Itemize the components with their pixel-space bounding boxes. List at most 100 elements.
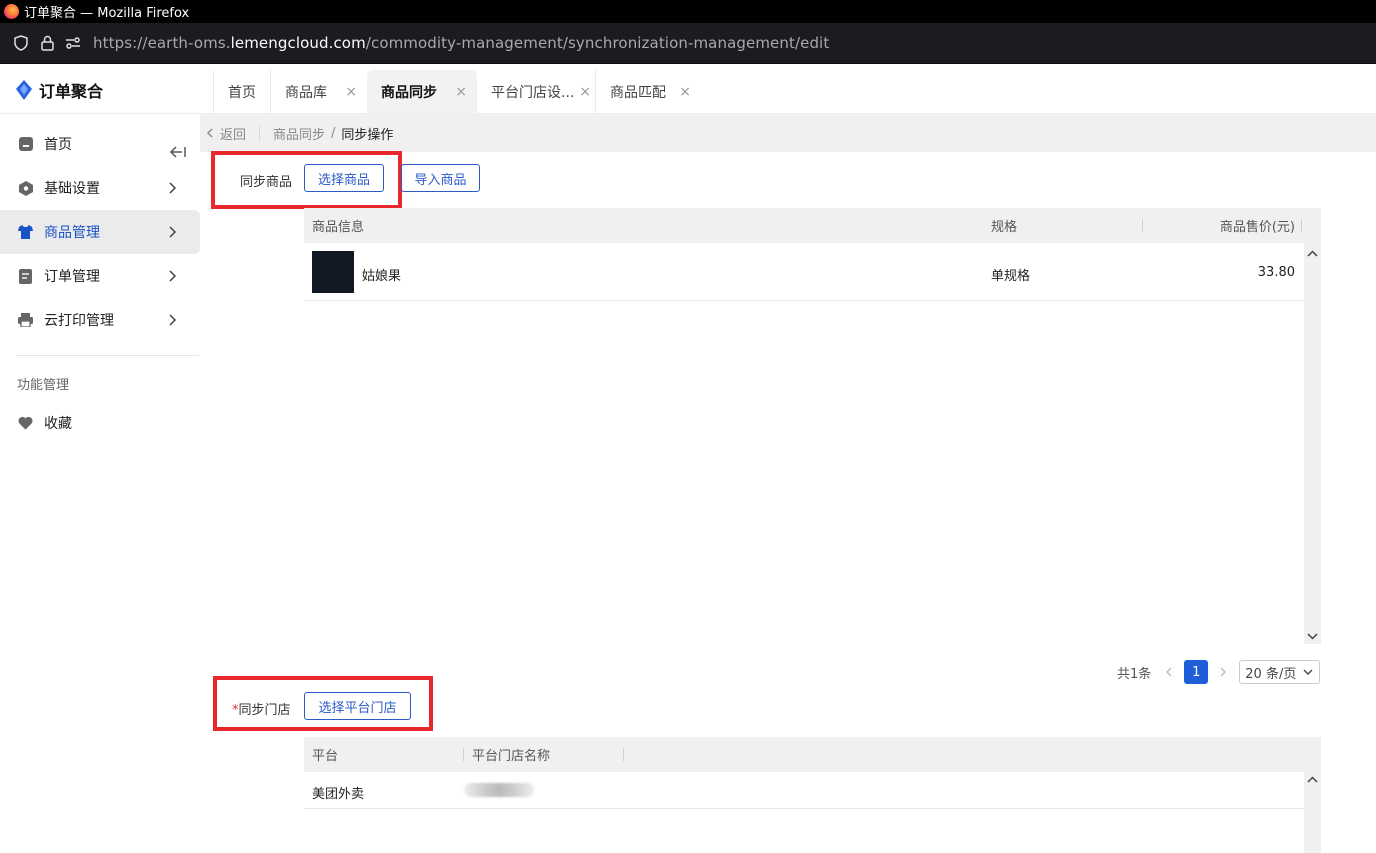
tab-label: 商品库 xyxy=(285,85,327,101)
tab-platform-store-settings[interactable]: 平台门店设... × xyxy=(477,70,595,114)
permissions-icon[interactable] xyxy=(65,35,81,51)
tab-label: 平台门店设... xyxy=(491,85,575,101)
url-prefix: https://earth-oms. xyxy=(93,34,231,52)
sidebar-item-favorites[interactable]: 收藏 xyxy=(0,401,200,445)
page-size-value: 20 条/页 xyxy=(1245,666,1297,682)
page-size-select[interactable]: 20 条/页 xyxy=(1239,660,1321,684)
sidebar-item-label: 首页 xyxy=(44,137,72,153)
products-table-header: 商品信息 规格 商品售价(元) xyxy=(304,208,1321,243)
url-path: /commodity-management/synchronization-ma… xyxy=(365,34,830,52)
column-divider xyxy=(1142,219,1143,232)
pagination: 共1条 1 20 条/页 xyxy=(1117,660,1321,684)
breadcrumb-current: 同步操作 xyxy=(341,127,394,143)
column-divider xyxy=(463,748,464,761)
heart-icon xyxy=(18,416,33,431)
page-number-current[interactable]: 1 xyxy=(1184,660,1209,684)
select-products-button[interactable]: 选择商品 xyxy=(304,164,384,192)
back-button[interactable]: 返回 xyxy=(204,124,246,143)
close-icon[interactable]: × xyxy=(345,84,357,100)
sidebar-item-home[interactable]: 首页 xyxy=(0,122,200,166)
stores-table-header: 平台 平台门店名称 xyxy=(304,737,1321,772)
breadcrumb-parent[interactable]: 商品同步 xyxy=(273,124,325,143)
products-table-scrollbar[interactable] xyxy=(1304,243,1321,644)
column-header-store-name: 平台门店名称 xyxy=(472,749,551,764)
close-icon[interactable]: × xyxy=(455,84,467,100)
shield-icon[interactable] xyxy=(13,35,29,51)
scroll-down-icon[interactable] xyxy=(1304,630,1321,642)
lock-icon[interactable] xyxy=(39,35,55,51)
next-page-icon[interactable] xyxy=(1217,666,1229,678)
app-header: 订单聚合 首页 商品库 × 商品同步 × 平台门店设... × 商品匹配 × xyxy=(0,64,1376,114)
page-tabs: 首页 商品库 × 商品同步 × 平台门店设... × 商品匹配 × xyxy=(213,70,695,114)
chevron-right-icon xyxy=(169,226,177,238)
prev-page-icon[interactable] xyxy=(1163,666,1175,678)
sync-products-label: 同步商品 xyxy=(240,175,293,190)
tab-home[interactable]: 首页 xyxy=(213,70,270,114)
sidebar-item-label: 订单管理 xyxy=(44,269,100,285)
document-icon xyxy=(18,268,33,284)
sidebar-item-label: 云打印管理 xyxy=(44,313,114,329)
column-divider xyxy=(623,748,624,761)
window-title: 订单聚合 — Mozilla Firefox xyxy=(24,6,190,21)
table-row-divider xyxy=(304,808,1304,809)
brand-name: 订单聚合 xyxy=(39,82,104,101)
sidebar-section-title: 功能管理 xyxy=(17,378,70,393)
column-divider xyxy=(1301,219,1302,232)
close-icon[interactable]: × xyxy=(579,84,591,100)
tab-product-sync[interactable]: 商品同步 × xyxy=(367,70,477,114)
url-text[interactable]: https://earth-oms.lemengcloud.com/commod… xyxy=(93,34,829,52)
column-header-price: 商品售价(元) xyxy=(1219,220,1295,235)
scroll-up-icon[interactable] xyxy=(1304,248,1321,260)
sync-stores-label: *同步门店 xyxy=(232,699,291,718)
url-domain: lemengcloud.com xyxy=(230,34,366,52)
chevron-right-icon xyxy=(169,314,177,326)
close-icon[interactable]: × xyxy=(679,84,691,100)
sidebar-divider xyxy=(16,355,199,356)
stores-table-scrollbar[interactable] xyxy=(1304,772,1321,853)
tab-label: 商品匹配 xyxy=(610,85,666,101)
sidebar-item-label: 收藏 xyxy=(44,416,72,432)
import-products-button[interactable]: 导入商品 xyxy=(401,164,480,192)
product-spec: 单规格 xyxy=(991,269,1031,284)
product-name: 姑娘果 xyxy=(362,269,402,284)
shirt-icon xyxy=(18,225,33,240)
scroll-up-icon[interactable] xyxy=(1304,774,1321,786)
url-bar[interactable]: https://earth-oms.lemengcloud.com/commod… xyxy=(0,23,1376,64)
store-platform: 美团外卖 xyxy=(312,787,365,802)
column-header-product-info: 商品信息 xyxy=(312,220,365,235)
tab-label: 商品同步 xyxy=(381,85,437,101)
sidebar-item-order-management[interactable]: 订单管理 xyxy=(0,254,200,298)
product-price: 33.80 xyxy=(1257,265,1295,280)
window-titlebar: 订单聚合 — Mozilla Firefox xyxy=(0,0,1376,23)
sidebar-item-basic-settings[interactable]: 基础设置 xyxy=(0,166,200,210)
tab-label: 首页 xyxy=(228,85,256,101)
chevron-down-icon xyxy=(1303,669,1313,675)
sidebar-item-cloud-print[interactable]: 云打印管理 xyxy=(0,298,200,342)
sidebar-item-label: 商品管理 xyxy=(44,225,100,241)
firefox-icon xyxy=(4,4,19,19)
tab-product-matching[interactable]: 商品匹配 × xyxy=(595,70,695,114)
sidebar-item-label: 基础设置 xyxy=(44,181,100,197)
column-header-platform: 平台 xyxy=(312,749,339,764)
brand[interactable]: 订单聚合 xyxy=(15,78,103,102)
sidebar-item-product-management[interactable]: 商品管理 xyxy=(0,210,200,254)
collapse-sidebar-icon[interactable] xyxy=(169,144,187,160)
product-thumbnail xyxy=(312,251,354,293)
breadcrumb: 返回 商品同步 / 同步操作 xyxy=(200,114,1376,152)
pagination-total: 共1条 xyxy=(1117,666,1152,682)
column-header-spec: 规格 xyxy=(991,220,1018,235)
select-platform-stores-button[interactable]: 选择平台门店 xyxy=(304,692,411,720)
back-label: 返回 xyxy=(220,127,247,143)
chevron-left-icon xyxy=(207,128,213,138)
breadcrumb-divider xyxy=(259,126,261,140)
sync-stores-label-text: 同步门店 xyxy=(238,703,291,718)
brand-logo-icon xyxy=(16,80,32,100)
main-content: 同步商品 选择商品 导入商品 商品信息 规格 商品售价(元) 姑娘果 单规格 3… xyxy=(200,151,1376,853)
hexagon-icon xyxy=(18,180,33,196)
store-name-redacted xyxy=(464,783,534,797)
table-row-divider xyxy=(304,300,1304,301)
home-icon xyxy=(18,137,33,152)
chevron-right-icon xyxy=(169,182,177,194)
printer-icon xyxy=(18,313,33,328)
tab-product-library[interactable]: 商品库 × xyxy=(270,70,367,114)
